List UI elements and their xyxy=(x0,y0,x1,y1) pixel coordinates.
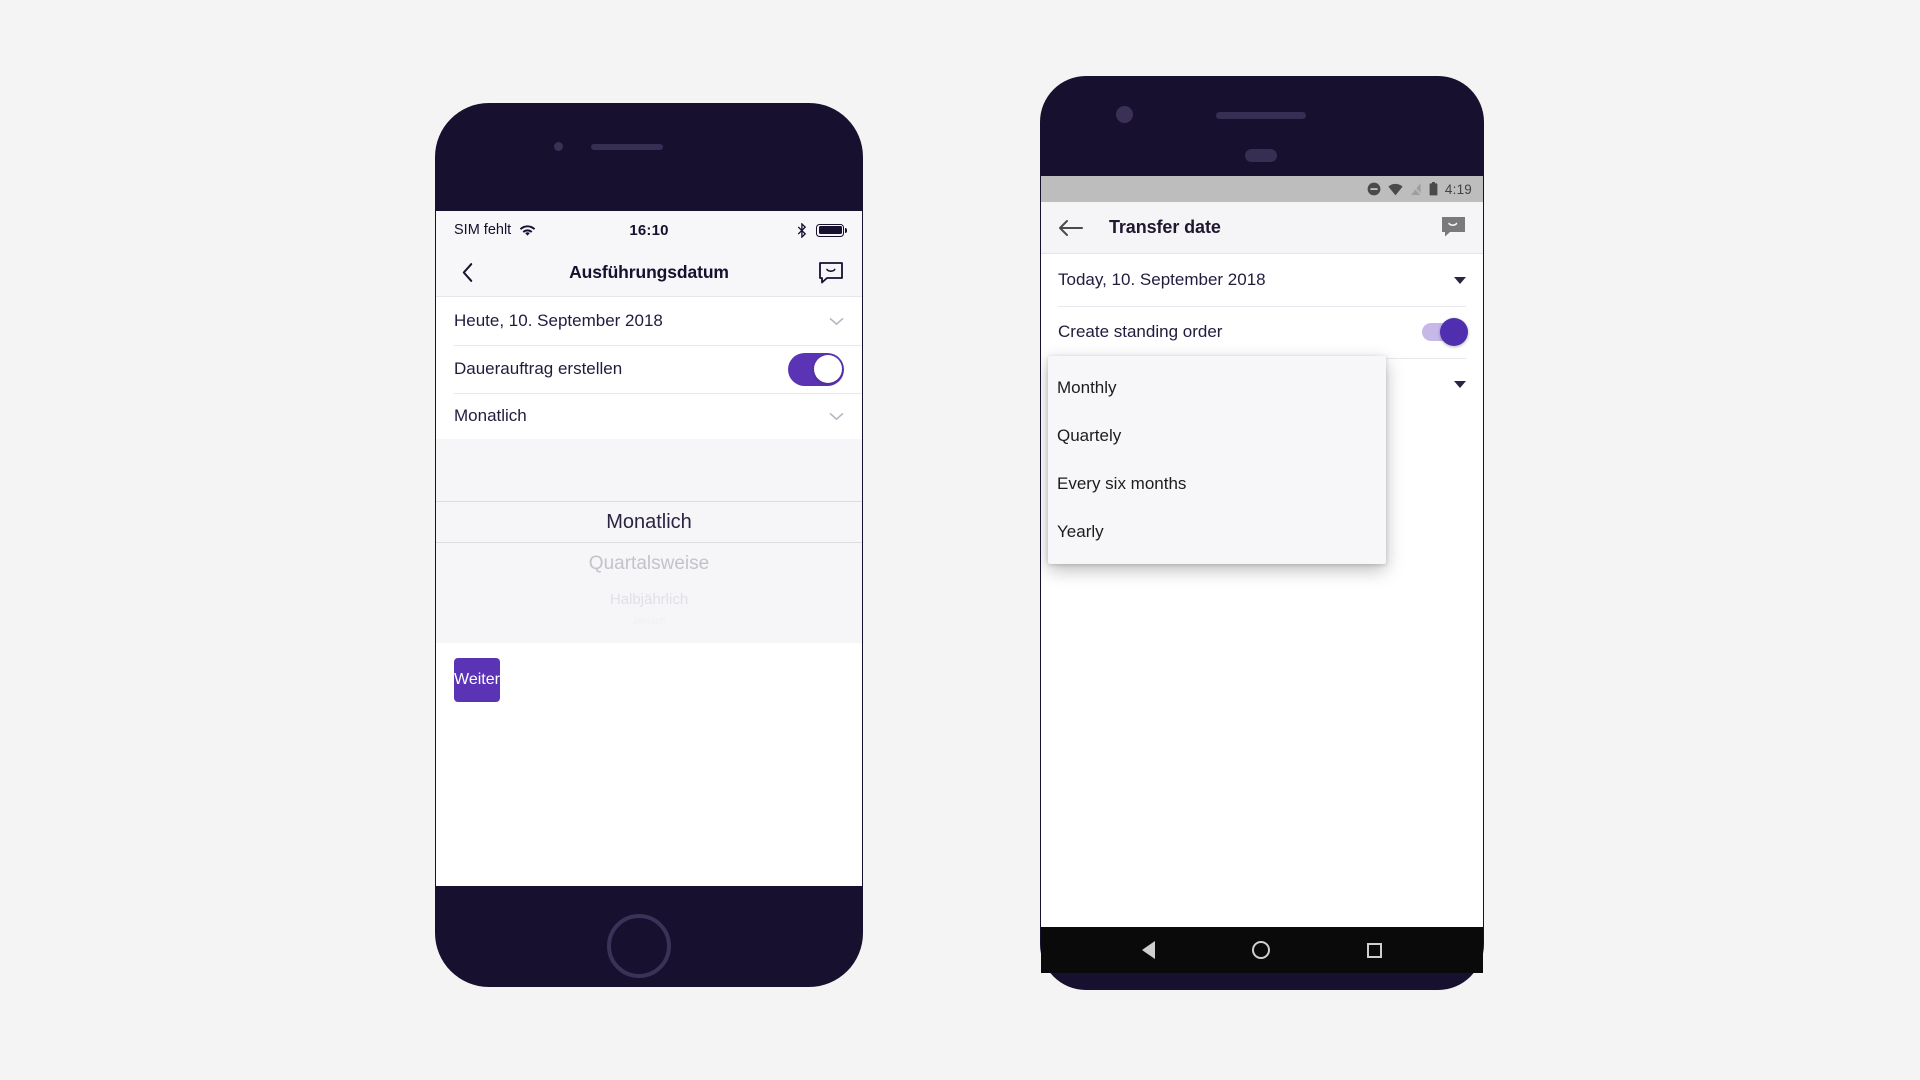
chevron-left-icon xyxy=(462,263,472,282)
home-button-icon[interactable] xyxy=(607,914,671,978)
android-status-bar: 4:19 xyxy=(1041,176,1483,202)
chat-bubble-icon xyxy=(1442,217,1465,237)
caret-down-icon xyxy=(1454,276,1466,284)
toggle-knob xyxy=(1440,318,1468,346)
frequency-value: Monatlich xyxy=(454,406,527,425)
earpiece-speaker-icon xyxy=(591,144,663,150)
ios-nav-bar: Ausführungsdatum xyxy=(436,249,862,297)
standing-order-row[interactable]: Dauerauftrag erstellen xyxy=(436,345,862,393)
standing-order-row[interactable]: Create standing order xyxy=(1041,306,1483,358)
chat-bubble-icon xyxy=(819,261,843,283)
do-not-disturb-icon xyxy=(1367,182,1381,196)
chevron-down-icon xyxy=(829,317,844,325)
standing-order-toggle[interactable] xyxy=(788,352,844,386)
front-camera-icon xyxy=(1116,106,1133,123)
nav-recents-square-icon[interactable] xyxy=(1367,942,1383,958)
frequency-picker[interactable]: Monatlich Quartalsweise Halbjährlich Jäh… xyxy=(436,499,862,643)
front-camera-icon xyxy=(554,142,563,151)
date-value: Today, 10. September 2018 xyxy=(1058,270,1266,289)
proximity-sensor-icon xyxy=(1245,149,1277,162)
earpiece-speaker-icon xyxy=(1216,112,1306,119)
standing-order-toggle[interactable] xyxy=(1422,318,1468,346)
picker-option[interactable]: Quartalsweise xyxy=(436,543,862,585)
signal-off-icon xyxy=(1410,182,1422,196)
android-device: 4:19 Transfer date Today, 10. September … xyxy=(1040,76,1484,990)
back-button[interactable] xyxy=(454,260,480,286)
wifi-icon xyxy=(1388,183,1403,195)
iphone-screen: SIM fehlt 16:10 Ausführungsdatum Heute, … xyxy=(436,211,862,886)
nav-back-triangle-icon[interactable] xyxy=(1141,941,1155,959)
android-app-bar: Transfer date xyxy=(1041,202,1483,254)
battery-icon xyxy=(816,223,848,237)
page-title: Transfer date xyxy=(1109,217,1221,237)
dropdown-item-monthly[interactable]: Monthly xyxy=(1048,364,1386,412)
battery-icon xyxy=(1429,182,1438,196)
chevron-down-icon xyxy=(829,412,844,420)
ios-status-bar: SIM fehlt 16:10 xyxy=(436,211,862,249)
picker-option[interactable]: Halbjährlich xyxy=(436,585,862,613)
date-row[interactable]: Heute, 10. September 2018 xyxy=(436,297,862,345)
bluetooth-icon xyxy=(797,222,807,238)
date-value: Heute, 10. September 2018 xyxy=(454,311,663,330)
page-title: Ausführungsdatum xyxy=(569,262,729,282)
nav-home-circle-icon[interactable] xyxy=(1251,941,1270,959)
frequency-row[interactable]: Monatlich xyxy=(436,393,862,439)
picker-tail xyxy=(436,629,862,643)
arrow-left-icon xyxy=(1059,219,1083,236)
date-row[interactable]: Today, 10. September 2018 xyxy=(1041,254,1483,306)
dropdown-item-yearly[interactable]: Yearly xyxy=(1048,508,1386,556)
android-clock: 4:19 xyxy=(1444,181,1472,197)
picker-spacer xyxy=(436,439,862,499)
android-screen: 4:19 Transfer date Today, 10. September … xyxy=(1041,176,1483,973)
frequency-dropdown-menu[interactable]: Monthly Quartely Every six months Yearly xyxy=(1048,356,1386,564)
ios-status-right xyxy=(797,222,848,238)
iphone-device: SIM fehlt 16:10 Ausführungsdatum Heute, … xyxy=(435,103,863,987)
chat-button[interactable] xyxy=(818,261,844,285)
back-button[interactable] xyxy=(1058,218,1083,238)
dropdown-item-quartely[interactable]: Quartely xyxy=(1048,412,1386,460)
chat-button[interactable] xyxy=(1441,216,1466,239)
standing-order-label: Dauerauftrag erstellen xyxy=(454,359,623,378)
picker-selected-option[interactable]: Monatlich xyxy=(436,501,862,543)
android-nav-bar xyxy=(1041,927,1483,973)
picker-option[interactable]: Jährlich xyxy=(436,613,862,629)
standing-order-label: Create standing order xyxy=(1058,322,1223,341)
toggle-knob xyxy=(813,355,842,383)
continue-button[interactable]: Weiter xyxy=(454,658,500,702)
screenshot-stage: SIM fehlt 16:10 Ausführungsdatum Heute, … xyxy=(0,0,1920,1080)
dropdown-item-every-six-months[interactable]: Every six months xyxy=(1048,460,1386,508)
caret-down-icon xyxy=(1454,380,1466,388)
